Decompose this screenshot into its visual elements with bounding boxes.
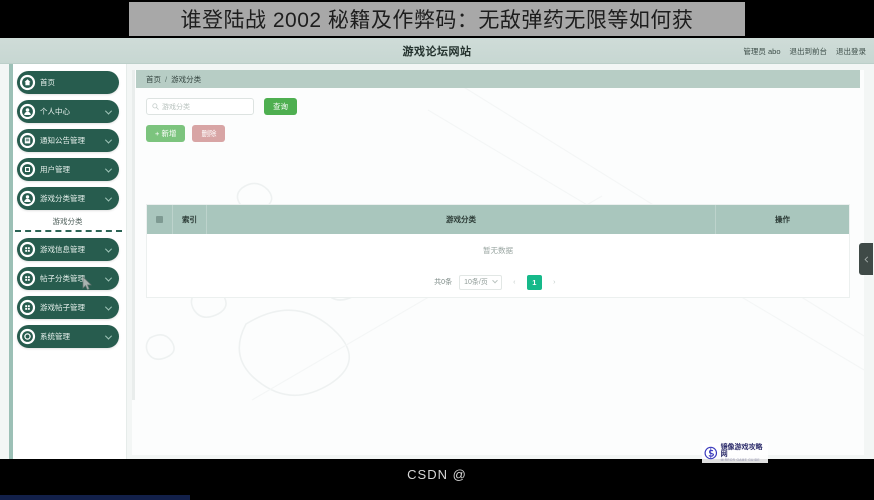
users-icon [19,161,36,178]
sidebar-subitem-game-category[interactable]: 游戏分类 [9,216,126,227]
content-toolbar: 游戏分类 查询 + 新增 删除 [146,98,297,142]
admin-app-window: 游戏论坛网站 管理员 abo 退出到前台 退出登录 首页 个人中心 通知公告管理… [0,38,874,459]
breadcrumb-home[interactable]: 首页 [146,74,161,85]
chevron-down-icon [104,107,113,115]
breadcrumb: 首页 / 游戏分类 [136,70,860,88]
table-header-row: 索引 游戏分类 操作 [147,205,849,234]
grid-icon [19,270,36,287]
sidebar-item-personal-center[interactable]: 个人中心 [17,100,119,123]
app-header-bar: 游戏论坛网站 管理员 abo 退出到前台 退出登录 [0,38,874,64]
sidebar-item-notice-manage[interactable]: 通知公告管理 [17,129,119,152]
article-title: 谁登陆战 2002 秘籍及作弊码：无敌弹药无限等如何获 [180,9,694,32]
panel-collapse-handle[interactable] [859,243,873,275]
chevron-down-icon [104,194,113,202]
sidebar-item-label: 系统管理 [40,332,70,341]
grid-icon [19,299,36,316]
column-header-operation: 操作 [775,215,790,224]
page-banner: 谁登陆战 2002 秘籍及作弊码：无敌弹药无限等如何获 [0,0,874,38]
pagination-prev-button[interactable]: ‹ [506,274,522,290]
sidebar-item-label: 个人中心 [40,107,70,116]
checkbox-box [156,216,163,223]
banner-title-plate: 谁登陆战 2002 秘籍及作弊码：无敌弹药无限等如何获 [129,2,745,36]
bottom-accent [0,495,190,500]
watermark: 镜像游戏攻略网 MIRROR GAME GUIDE [702,443,768,463]
column-header-index: 索引 [173,205,207,234]
admin-name-label: 管理员 abo [743,46,781,56]
pagination-next-button[interactable]: › [546,274,562,290]
data-table: 索引 游戏分类 操作 暂无数据 共0条 10条/页 ‹ 1 › [146,204,850,298]
column-header-category: 游戏分类 [207,205,716,234]
search-input[interactable]: 游戏分类 [146,98,254,115]
sidebar-item-game-info-manage[interactable]: 游戏信息管理 [17,238,119,261]
chevron-down-icon [104,245,113,253]
watermark-logo-icon [704,446,718,460]
grid-icon [19,241,36,258]
breadcrumb-current: 游戏分类 [171,74,202,84]
sidebar-submenu-divider [15,230,122,232]
page-size-select[interactable]: 10条/页 [459,274,502,290]
sidebar-item-post-category-manage[interactable]: 帖子分类管理 [17,267,119,290]
csdn-attribution: CSDN @ [407,467,467,482]
search-placeholder: 游戏分类 [162,103,190,111]
action-button-row: + 新增 删除 [146,125,297,142]
search-icon [152,103,159,110]
sidebar-item-user-manage[interactable]: 用户管理 [17,158,119,181]
gear-icon [19,328,36,345]
sidebar-item-game-category-manage[interactable]: 游戏分类管理 [17,187,119,210]
chevron-left-icon [864,256,868,262]
query-button[interactable]: 查询 [264,98,297,115]
notice-icon [19,132,36,149]
sidebar-item-label: 通知公告管理 [40,136,85,145]
chevron-down-icon [104,332,113,340]
pagination-total: 共0条 [434,279,453,286]
search-row: 游戏分类 查询 [146,98,297,115]
chevron-down-icon [104,136,113,144]
watermark-text: 镜像游戏攻略网 MIRROR GAME GUIDE [721,444,768,463]
category-icon [19,190,36,207]
sidebar-item-label: 用户管理 [40,165,70,174]
sidebar-item-home[interactable]: 首页 [17,71,119,94]
column-header-index-label: 索引 [182,214,197,224]
table-empty-state: 暂无数据 [147,234,849,267]
chevron-down-icon [104,274,113,282]
main-content-panel: 首页 / 游戏分类 游戏分类 查询 + 新增 删除 索引 游戏分类 操作 暂无数… [132,70,864,455]
breadcrumb-separator: / [165,74,168,84]
exit-to-frontend-link[interactable]: 退出到前台 [790,46,828,57]
sidebar-item-label: 帖子分类管理 [40,274,85,283]
sidebar-item-game-post-manage[interactable]: 游戏帖子管理 [17,296,119,319]
chevron-down-icon [104,165,113,173]
page-size-label: 10条/页 [464,279,488,286]
select-all-checkbox[interactable] [147,205,173,234]
chevron-down-icon [104,303,113,311]
chevron-down-icon [491,277,498,284]
sidebar-item-label: 游戏帖子管理 [40,303,85,312]
header-actions: 管理员 abo 退出到前台 退出登录 [743,38,866,64]
content-scrollbar[interactable] [132,70,135,400]
add-button[interactable]: + 新增 [146,125,186,142]
sidebar-item-label: 游戏分类管理 [40,194,85,203]
home-icon [19,74,36,91]
sidebar-item-label: 游戏信息管理 [40,245,85,254]
sidebar-nav: 首页 个人中心 通知公告管理 用户管理 游戏分类管理 游戏分类 游戏信息管理 帖… [9,64,127,459]
watermark-title: 镜像游戏攻略网 [720,443,763,458]
logout-link[interactable]: 退出登录 [836,46,866,57]
bottom-bar: CSDN @ [0,459,874,500]
sidebar-item-system-manage[interactable]: 系统管理 [17,325,119,348]
user-icon [19,103,36,120]
sidebar-rail [9,64,13,459]
pagination-page-1[interactable]: 1 [526,274,542,290]
watermark-subtitle: MIRROR GAME GUIDE [720,458,760,463]
pagination: 共0条 10条/页 ‹ 1 › [147,267,849,297]
delete-button[interactable]: 删除 [192,125,226,142]
sidebar-item-label: 首页 [40,78,55,87]
